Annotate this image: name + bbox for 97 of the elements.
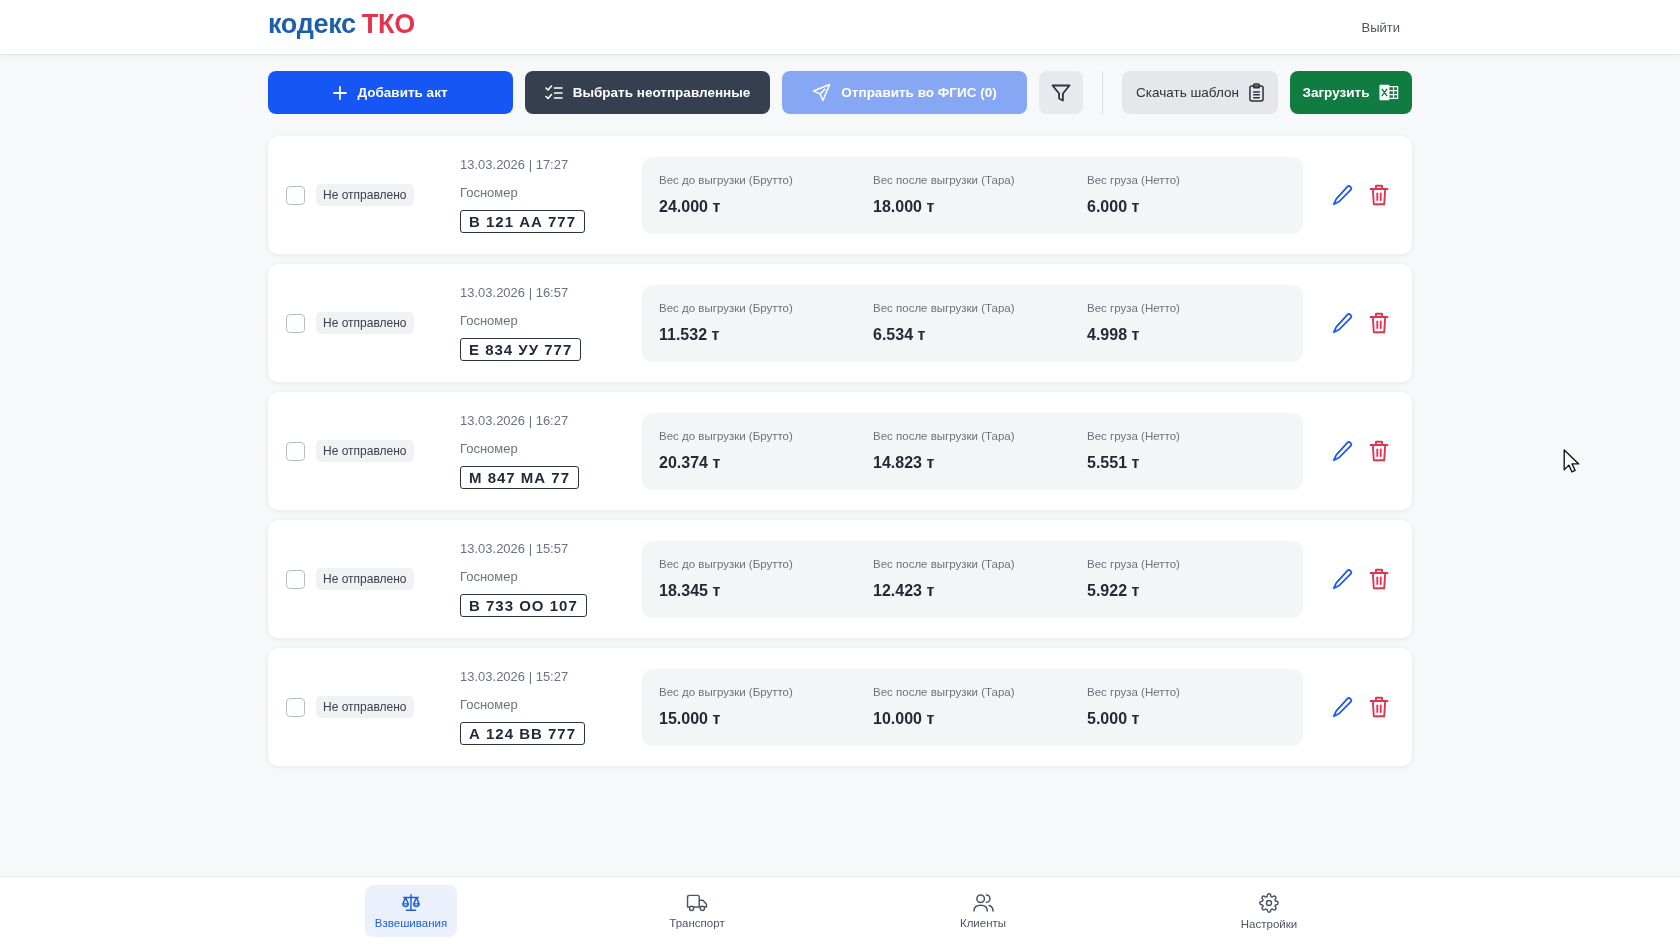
edit-button[interactable] xyxy=(1332,312,1354,334)
trash-icon xyxy=(1369,312,1389,334)
pencil-icon xyxy=(1332,568,1354,590)
status-badge: Не отправлено xyxy=(316,312,414,334)
weight-value: 5.551 т xyxy=(1087,453,1140,473)
trash-icon xyxy=(1369,440,1389,462)
delete-button[interactable] xyxy=(1369,184,1389,206)
weight-value: 11.532 т xyxy=(659,325,720,345)
trash-icon xyxy=(1369,696,1389,718)
plate-label: Госномер xyxy=(460,697,518,713)
clients-tab[interactable]: Клиенты xyxy=(937,885,1029,937)
users-icon xyxy=(972,893,994,912)
weight-label: Вес до выгрузки (Брутто) xyxy=(659,301,793,315)
pencil-icon xyxy=(1332,312,1354,334)
spreadsheet-icon xyxy=(1379,83,1400,102)
status-badge: Не отправлено xyxy=(316,184,414,206)
add-act-button[interactable]: Добавить акт xyxy=(268,71,513,114)
trash-icon xyxy=(1369,568,1389,590)
plate-number: А 124 ВВ 777 xyxy=(460,722,586,745)
weight-value: 18.000 т xyxy=(873,197,935,217)
weight-value: 5.000 т xyxy=(1087,709,1140,729)
clipboard-icon xyxy=(1248,83,1264,102)
weight-value: 10.000 т xyxy=(873,709,935,729)
pencil-icon xyxy=(1332,440,1354,462)
weight-value: 5.922 т xyxy=(1087,581,1140,601)
row-checkbox[interactable] xyxy=(286,569,305,589)
weight-label: Вес груза (Нетто) xyxy=(1087,685,1180,699)
weight-label: Вес после выгрузки (Тара) xyxy=(873,557,1015,571)
weighings-tab[interactable]: Взвешивания xyxy=(365,885,457,937)
paper-plane-icon xyxy=(812,83,832,102)
filter-button[interactable] xyxy=(1039,71,1083,114)
filter-icon xyxy=(1051,82,1071,103)
checklist-icon xyxy=(544,84,563,101)
logout-link[interactable]: Выйти xyxy=(1361,19,1400,35)
pencil-icon xyxy=(1332,696,1354,718)
plate-label: Госномер xyxy=(460,441,518,457)
status-badge: Не отправлено xyxy=(316,440,414,462)
weight-value: 6.534 т xyxy=(873,325,926,345)
plate-number: В 733 ОО 107 xyxy=(460,594,587,617)
date-time: 13.03.2026 | 17:27 xyxy=(460,157,569,173)
weight-value: 20.374 т xyxy=(659,453,721,473)
upload-button[interactable]: Загрузить xyxy=(1290,71,1412,114)
weight-label: Вес после выгрузки (Тара) xyxy=(873,429,1015,443)
weight-label: Вес груза (Нетто) xyxy=(1087,557,1180,571)
download-template-button[interactable]: Скачать шаблон xyxy=(1122,71,1278,114)
weight-value: 4.998 т xyxy=(1087,325,1140,345)
row-checkbox[interactable] xyxy=(286,441,305,461)
weight-label: Вес после выгрузки (Тара) xyxy=(873,685,1015,699)
trash-icon xyxy=(1369,184,1389,206)
weight-label: Вес груза (Нетто) xyxy=(1087,173,1180,187)
plate-label: Госномер xyxy=(460,185,518,201)
weight-label: Вес груза (Нетто) xyxy=(1087,429,1180,443)
truck-icon xyxy=(686,893,708,912)
weight-value: 24.000 т xyxy=(659,197,721,217)
plus-icon xyxy=(333,85,348,100)
weight-value: 12.423 т xyxy=(873,581,935,601)
delete-button[interactable] xyxy=(1369,568,1389,590)
edit-button[interactable] xyxy=(1332,568,1354,590)
row-checkbox[interactable] xyxy=(286,697,305,717)
delete-button[interactable] xyxy=(1369,696,1389,718)
weight-value: 14.823 т xyxy=(873,453,935,473)
weight-value: 18.345 т xyxy=(659,581,721,601)
weight-label: Вес после выгрузки (Тара) xyxy=(873,301,1015,315)
weight-value: 6.000 т xyxy=(1087,197,1140,217)
plate-label: Госномер xyxy=(460,569,518,585)
plate-label: Госномер xyxy=(460,313,518,329)
plate-number: В 121 АА 777 xyxy=(460,210,586,233)
date-time: 13.03.2026 | 15:27 xyxy=(460,669,569,685)
weight-label: Вес после выгрузки (Тара) xyxy=(873,173,1015,187)
weight-value: 15.000 т xyxy=(659,709,721,729)
transport-tab[interactable]: Транспорт xyxy=(651,885,743,937)
delete-button[interactable] xyxy=(1369,312,1389,334)
cursor-icon xyxy=(1563,449,1580,474)
row-checkbox[interactable] xyxy=(286,185,305,205)
scale-icon xyxy=(401,893,421,912)
edit-button[interactable] xyxy=(1332,696,1354,718)
date-time: 13.03.2026 | 16:57 xyxy=(460,285,569,301)
edit-button[interactable] xyxy=(1332,440,1354,462)
weight-label: Вес до выгрузки (Брутто) xyxy=(659,173,793,187)
weight-label: Вес до выгрузки (Брутто) xyxy=(659,685,793,699)
weight-label: Вес груза (Нетто) xyxy=(1087,301,1180,315)
select-unsent-button[interactable]: Выбрать неотправленные xyxy=(525,71,770,114)
logo: кодекс ТКО xyxy=(268,9,415,39)
settings-icon xyxy=(1259,892,1279,913)
edit-button[interactable] xyxy=(1332,184,1354,206)
status-badge: Не отправлено xyxy=(316,696,414,718)
status-badge: Не отправлено xyxy=(316,568,414,590)
date-time: 13.03.2026 | 15:57 xyxy=(460,541,569,557)
settings-tab[interactable]: Настройки xyxy=(1223,885,1315,937)
date-time: 13.03.2026 | 16:27 xyxy=(460,413,569,429)
row-checkbox[interactable] xyxy=(286,313,305,333)
plate-number: М 847 МА 77 xyxy=(460,466,580,489)
pencil-icon xyxy=(1332,184,1354,206)
plate-number: Е 834 УУ 777 xyxy=(460,338,582,361)
weight-label: Вес до выгрузки (Брутто) xyxy=(659,429,793,443)
delete-button[interactable] xyxy=(1369,440,1389,462)
weight-label: Вес до выгрузки (Брутто) xyxy=(659,557,793,571)
